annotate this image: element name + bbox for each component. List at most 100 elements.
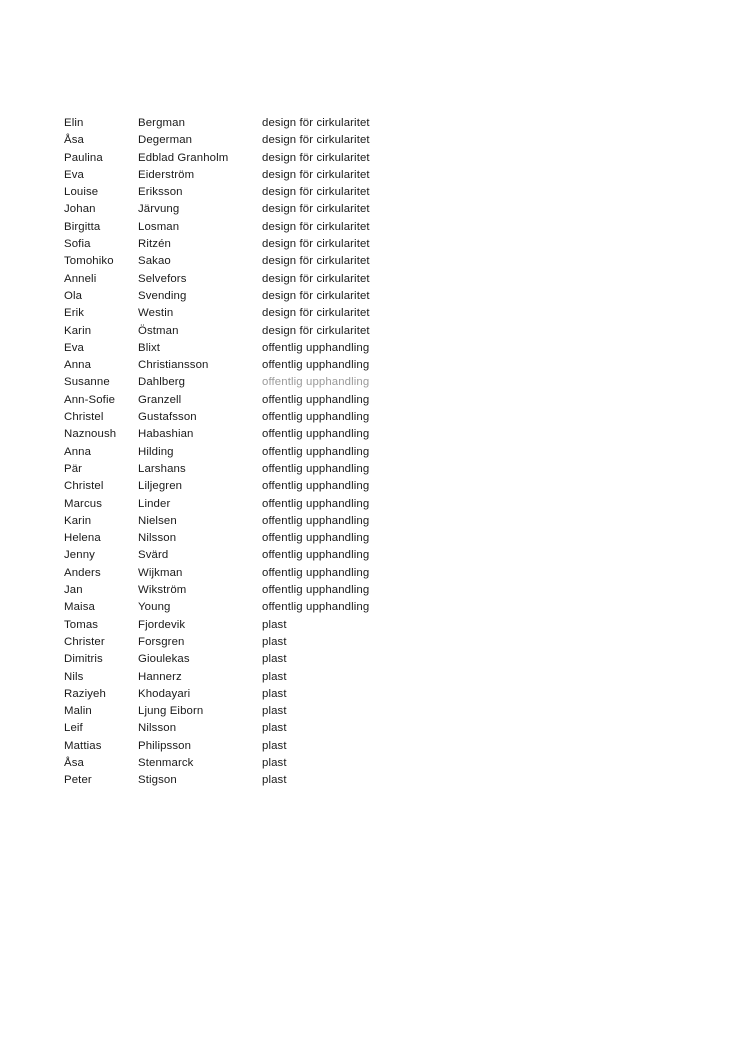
- topic-cell: offentlig upphandling: [262, 445, 370, 458]
- topic-cell: offentlig upphandling: [262, 462, 370, 475]
- last-name-cell: Nilsson: [138, 722, 177, 735]
- table-row: Marcus Linder offentlig upphandling: [64, 496, 684, 513]
- table-row: Maisa Young offentlig upphandling: [64, 599, 684, 616]
- first-name-cell: Leif: [64, 722, 83, 735]
- first-name-cell: Karin: [64, 514, 92, 527]
- last-name-cell: Eiderström: [138, 168, 195, 181]
- topic-cell: offentlig upphandling: [262, 428, 370, 441]
- topic-cell: plast: [262, 705, 287, 718]
- topic-cell: plast: [262, 756, 287, 769]
- table-row: Eva Blixt offentlig upphandling: [64, 340, 684, 357]
- last-name-cell: Losman: [138, 220, 180, 233]
- topic-cell: offentlig upphandling: [262, 359, 370, 372]
- topic-cell: design för cirkularitet: [262, 151, 370, 164]
- table-row: Anna Christiansson offentlig upphandling: [64, 357, 684, 374]
- first-name-cell: Marcus: [64, 497, 103, 510]
- table-row: Åsa Degerman design för cirkularitet: [64, 132, 684, 149]
- first-name-cell: Eva: [64, 168, 84, 181]
- last-name-cell: Ritzén: [138, 238, 171, 251]
- topic-cell: design för cirkularitet: [262, 307, 370, 320]
- first-name-cell: Karin: [64, 324, 92, 337]
- table-row: Anders Wijkman offentlig upphandling: [64, 565, 684, 582]
- last-name-cell: Hannerz: [138, 670, 182, 683]
- topic-cell: design för cirkularitet: [262, 324, 370, 337]
- first-name-cell: Maisa: [64, 601, 95, 614]
- last-name-cell: Gustafsson: [138, 411, 197, 424]
- table-row: Christel Liljegren offentlig upphandling: [64, 478, 684, 495]
- topic-cell: design för cirkularitet: [262, 255, 370, 268]
- first-name-cell: Christer: [64, 635, 105, 648]
- topic-cell: design för cirkularitet: [262, 168, 370, 181]
- topic-cell: plast: [262, 739, 287, 752]
- topic-cell: plast: [262, 774, 287, 787]
- last-name-cell: Nilsson: [138, 532, 177, 545]
- topic-cell: offentlig upphandling: [262, 497, 370, 510]
- first-name-cell: Anna: [64, 359, 92, 372]
- topic-cell: design för cirkularitet: [262, 289, 370, 302]
- last-name-cell: Habashian: [138, 428, 194, 441]
- first-name-cell: Christel: [64, 480, 104, 493]
- last-name-cell: Fjordevik: [138, 618, 186, 631]
- last-name-cell: Ljung Eiborn: [138, 705, 204, 718]
- last-name-cell: Forsgren: [138, 635, 185, 648]
- topic-cell: plast: [262, 670, 287, 683]
- table-row: Ann-Sofie Granzell offentlig upphandling: [64, 392, 684, 409]
- first-name-cell: Anneli: [64, 272, 97, 285]
- last-name-cell: Stenmarck: [138, 756, 194, 769]
- first-name-cell: Sofia: [64, 238, 91, 251]
- table-row: Anna Hilding offentlig upphandling: [64, 444, 684, 461]
- table-row: Naznoush Habashian offentlig upphandling: [64, 426, 684, 443]
- table-row: Eva Eiderström design för cirkularitet: [64, 167, 684, 184]
- table-row: Malin Ljung Eiborn plast: [64, 703, 684, 720]
- topic-cell: offentlig upphandling: [262, 584, 370, 597]
- first-name-cell: Peter: [64, 774, 92, 787]
- table-row: Erik Westin design för cirkularitet: [64, 305, 684, 322]
- last-name-cell: Östman: [138, 324, 179, 337]
- last-name-cell: Bergman: [138, 117, 186, 129]
- topic-cell: offentlig upphandling: [262, 393, 370, 406]
- topic-cell: plast: [262, 653, 287, 666]
- table-row: Raziyeh Khodayari plast: [64, 686, 684, 703]
- last-name-cell: Dahlberg: [138, 376, 186, 389]
- first-name-cell: Susanne: [64, 376, 110, 389]
- first-name-cell: Christel: [64, 411, 104, 424]
- first-name-cell: Raziyeh: [64, 687, 106, 700]
- first-name-cell: Malin: [64, 705, 92, 718]
- table-row: Karin Nielsen offentlig upphandling: [64, 513, 684, 530]
- table-row: Pär Larshans offentlig upphandling: [64, 461, 684, 478]
- topic-cell: design för cirkularitet: [262, 203, 370, 216]
- last-name-cell: Young: [138, 601, 171, 614]
- topic-cell: offentlig upphandling: [262, 376, 370, 389]
- topic-cell: offentlig upphandling: [262, 411, 370, 424]
- last-name-cell: Liljegren: [138, 480, 183, 493]
- topic-cell: offentlig upphandling: [262, 532, 370, 545]
- last-name-cell: Khodayari: [138, 687, 191, 700]
- last-name-cell: Larshans: [138, 462, 186, 475]
- table-row: Anneli Selvefors design för cirkularitet: [64, 271, 684, 288]
- table-row: Christer Forsgren plast: [64, 634, 684, 651]
- table-row: Mattias Philipsson plast: [64, 738, 684, 755]
- last-name-cell: Järvung: [138, 203, 180, 216]
- last-name-cell: Sakao: [138, 255, 171, 268]
- first-name-cell: Tomohiko: [64, 255, 114, 268]
- table-row: Tomas Fjordevik plast: [64, 617, 684, 634]
- last-name-cell: Wijkman: [138, 566, 183, 579]
- last-name-cell: Hilding: [138, 445, 174, 458]
- topic-cell: design för cirkularitet: [262, 272, 370, 285]
- first-name-cell: Jan: [64, 584, 83, 597]
- table-row: Åsa Stenmarck plast: [64, 755, 684, 772]
- topic-cell: design för cirkularitet: [262, 238, 370, 251]
- last-name-cell: Svending: [138, 289, 187, 302]
- table-row: Louise Eriksson design för cirkularitet: [64, 184, 684, 201]
- table-row: Helena Nilsson offentlig upphandling: [64, 530, 684, 547]
- first-name-cell: Anna: [64, 445, 92, 458]
- topic-cell: design för cirkularitet: [262, 220, 370, 233]
- table-row: Johan Järvung design för cirkularitet: [64, 201, 684, 218]
- participant-list: Elin Bergman design för cirkularitet Åsa Deg…: [64, 115, 684, 790]
- document-page: Elin Bergman design för cirkularitet Åsa Deg…: [0, 0, 746, 1056]
- last-name-cell: Edblad Granholm: [138, 151, 229, 164]
- first-name-cell: Naznoush: [64, 428, 117, 441]
- first-name-cell: Erik: [64, 307, 85, 320]
- table-row: Jan Wikström offentlig upphandling: [64, 582, 684, 599]
- first-name-cell: Mattias: [64, 739, 102, 752]
